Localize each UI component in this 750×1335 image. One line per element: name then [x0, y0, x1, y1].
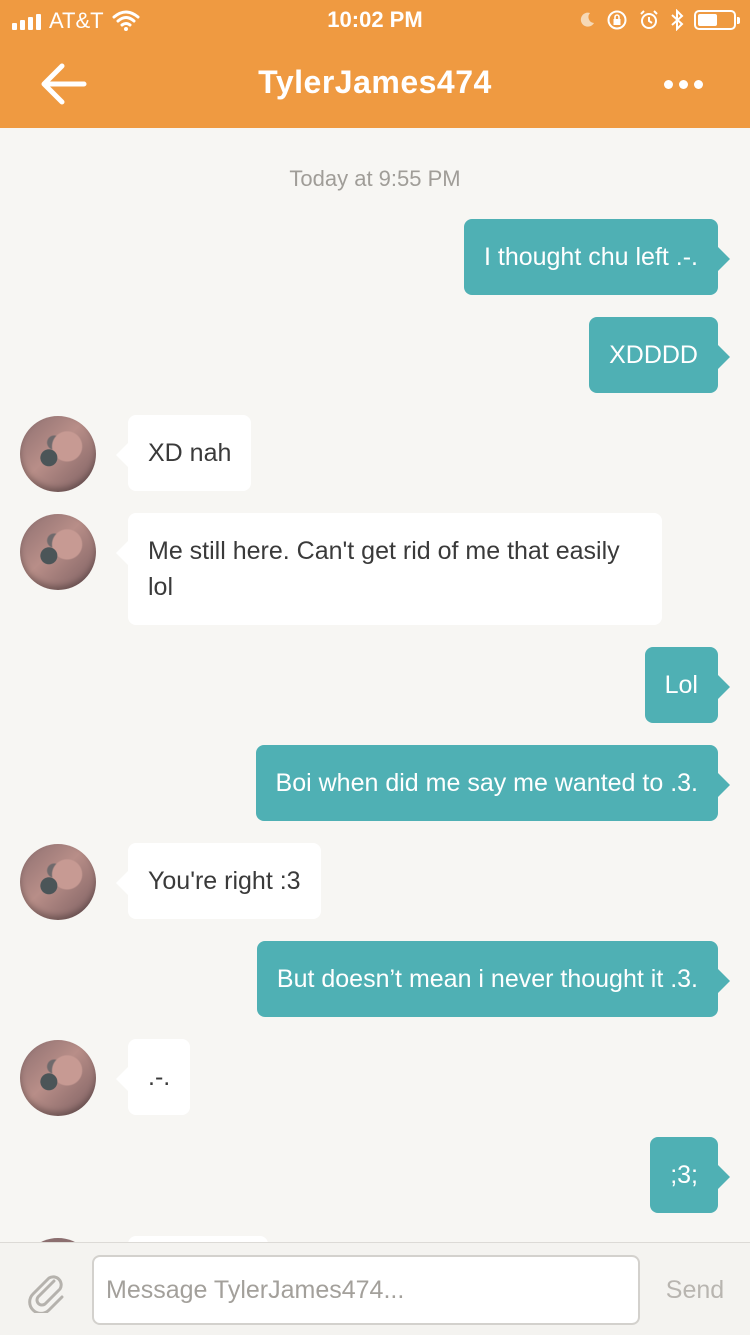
message-bubble-incoming[interactable]: You're right :3	[116, 843, 321, 919]
battery-icon	[694, 10, 740, 30]
status-right	[578, 6, 740, 34]
contact-avatar[interactable]	[20, 514, 96, 590]
alarm-icon	[640, 10, 658, 29]
message-bubble-outgoing[interactable]: ;3;	[650, 1137, 730, 1213]
message-bubble-outgoing[interactable]: I thought chu left .-.	[463, 219, 731, 295]
top-bar: AT&T 10:02 PM TylerJames474	[0, 0, 750, 128]
conversation-title: TylerJames474	[258, 64, 492, 100]
conversation-timestamp: Today at 9:55 PM	[289, 166, 461, 191]
message-bubble-outgoing[interactable]: Boi when did me say me wanted to .3.	[255, 745, 731, 821]
message-bubble-outgoing[interactable]: But doesn’t mean i never thought it .3.	[256, 941, 731, 1017]
contact-avatar[interactable]	[20, 416, 96, 492]
more-options-button[interactable]	[664, 76, 708, 92]
message-bubble-incoming[interactable]: XD nah	[115, 415, 252, 491]
attach-button[interactable]	[24, 1269, 68, 1315]
paperclip-icon	[28, 1275, 64, 1315]
message-composer: Send	[0, 1242, 750, 1335]
contact-avatar[interactable]	[20, 1040, 96, 1116]
message-bubble-outgoing[interactable]: Lol	[644, 647, 731, 723]
message-bubble-outgoing[interactable]: XDDDD	[589, 317, 730, 393]
moon-icon	[580, 12, 594, 27]
message-bubble-incoming[interactable]: .-.	[115, 1039, 191, 1115]
bluetooth-icon	[671, 9, 684, 31]
send-button[interactable]: Send	[652, 1267, 738, 1313]
contact-avatar[interactable]	[20, 844, 96, 920]
message-input[interactable]	[92, 1255, 640, 1325]
more-dots-icon	[664, 79, 673, 89]
rotation-lock-icon	[607, 10, 627, 30]
message-bubble-incoming[interactable]: Me still here. Can't get rid of me that …	[116, 513, 662, 625]
